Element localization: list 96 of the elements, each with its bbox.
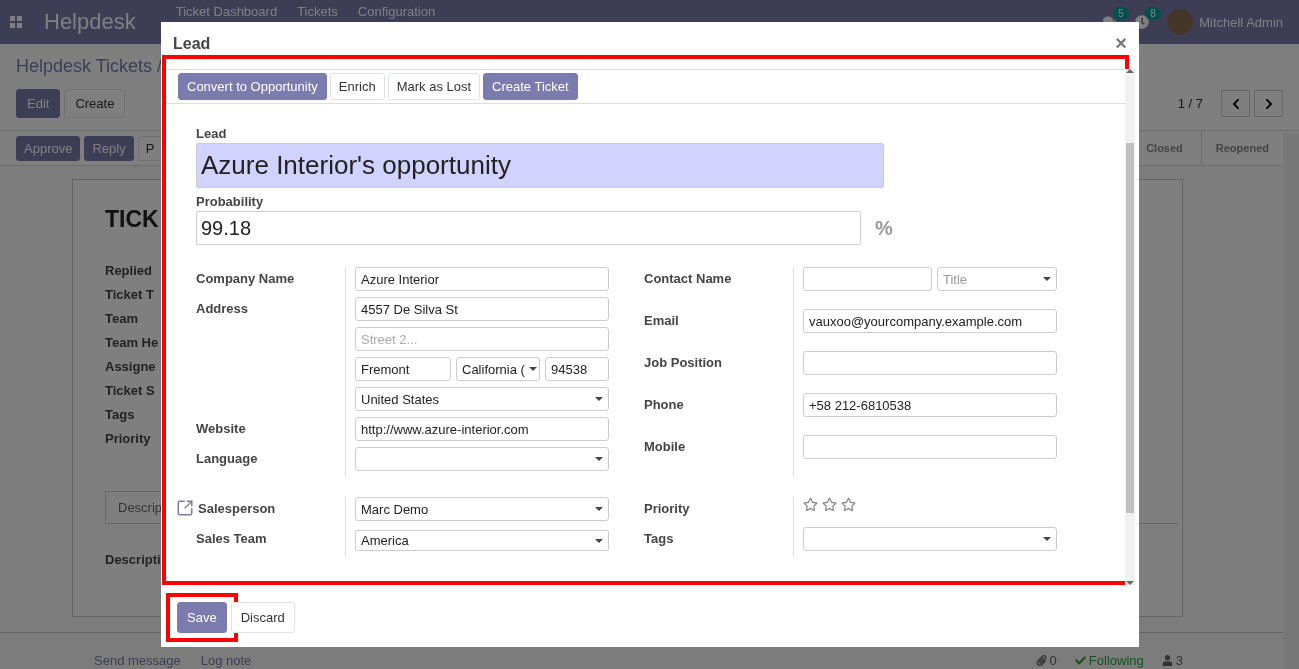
activity-count: 8 [1145, 7, 1161, 20]
field-label: Company Name [196, 270, 295, 286]
text-field[interactable]: vauxoo@yourcompany.example.com [803, 309, 1057, 333]
menu-item[interactable]: Tickets [297, 3, 338, 19]
previous-button[interactable] [1221, 90, 1250, 117]
field-label: Replied [105, 263, 152, 280]
select-value: Marc Demo [361, 501, 430, 517]
header-button[interactable]: Create Ticket [483, 73, 578, 100]
caret-icon [1043, 537, 1051, 541]
text-field[interactable]: 94538 [545, 357, 609, 381]
text-field[interactable] [803, 435, 1057, 459]
select-field[interactable] [355, 447, 609, 471]
star-icon[interactable] [841, 497, 856, 512]
caret-icon [595, 507, 603, 511]
text-field[interactable]: +58 212-6810538 [803, 393, 1057, 417]
text-field[interactable]: Fremont [355, 357, 451, 381]
status-action-button[interactable]: Reply [84, 135, 134, 161]
select-field[interactable]: America [355, 530, 609, 551]
check-icon [1074, 655, 1086, 666]
action-button[interactable]: Edit [16, 89, 61, 118]
next-button[interactable] [1254, 90, 1283, 117]
field-label: Priority [644, 500, 690, 516]
caret-icon [595, 457, 603, 461]
field-label: Lead [196, 126, 228, 141]
field-label: Team He [105, 335, 159, 352]
select-placeholder: Title [943, 271, 969, 287]
message-count: 5 [1113, 7, 1129, 20]
lead-name-field[interactable]: Azure Interior's opportunity [196, 143, 884, 188]
text-field[interactable] [803, 267, 932, 291]
select-field[interactable]: United States [355, 387, 609, 411]
field-label: Contact Name [644, 270, 732, 286]
text-field[interactable]: 4557 De Silva St [355, 297, 609, 321]
close-button[interactable]: × [1115, 33, 1127, 53]
paperclip-icon [1035, 655, 1047, 666]
menu-item[interactable]: Configuration [357, 3, 436, 19]
menu-item[interactable]: Ticket Dashboard [175, 3, 278, 19]
header-button[interactable]: Mark as Lost [387, 73, 481, 100]
user-icon [1161, 655, 1173, 666]
status-action-button[interactable]: P [137, 135, 163, 161]
field-label: Website [196, 420, 246, 436]
user-name[interactable]: Mitchell Admin [1199, 14, 1283, 30]
ticket-title: TICK [105, 206, 159, 233]
caret-icon [528, 367, 537, 371]
select-field[interactable]: California ( [456, 357, 540, 381]
app-name[interactable]: Helpdesk [44, 9, 136, 35]
star-icon[interactable] [822, 497, 837, 512]
field-label: Email [644, 312, 679, 328]
status-action-button[interactable]: Approve [16, 135, 81, 161]
field-label: Tags [644, 530, 674, 546]
log-note-link[interactable]: Log note [200, 653, 252, 668]
field-label: Ticket T [105, 287, 154, 304]
dialog-title: Lead [173, 35, 211, 53]
percent-sign: % [875, 216, 893, 240]
field-label: Descripti [105, 552, 161, 567]
field-label: Sales Team [196, 530, 267, 546]
pager-text: 1 / 7 [1177, 96, 1203, 111]
select-value: California ( [462, 361, 525, 377]
field-label: Address [196, 300, 249, 316]
apps-grid-icon[interactable] [10, 16, 22, 28]
field-label: Priority [105, 431, 151, 448]
followers-button[interactable]: 3 [1161, 653, 1183, 668]
field-label: Job Position [644, 354, 722, 370]
action-button[interactable]: Create [64, 89, 126, 118]
header-button[interactable]: Enrich [329, 73, 385, 100]
attachments-button[interactable]: 0 [1035, 653, 1057, 668]
field-label: Mobile [644, 438, 686, 454]
text-field[interactable]: http://www.azure-interior.com [355, 417, 609, 441]
field-label: Probability [196, 194, 265, 209]
scrollbar[interactable] [1125, 69, 1135, 585]
caret-icon [1043, 277, 1051, 281]
following-button[interactable]: Following [1074, 653, 1144, 668]
field-label: Tags [105, 407, 135, 424]
field-label: Team [105, 311, 138, 328]
select-field[interactable]: Title [937, 267, 1057, 291]
field-label: Phone [644, 396, 684, 412]
text-field[interactable]: Street 2... [355, 327, 609, 351]
select-value: America [361, 533, 410, 548]
field-label: Assigne [105, 359, 156, 376]
send-message-link[interactable]: Send message [94, 653, 181, 668]
field-label: Salesperson [198, 500, 276, 516]
caret-icon [595, 397, 603, 401]
select-value: United States [361, 391, 441, 407]
probability-field[interactable]: 99.18 [196, 211, 861, 245]
caret-icon [595, 538, 603, 543]
footer-button[interactable]: Save [177, 602, 227, 633]
text-field[interactable] [803, 351, 1057, 375]
field-label: Ticket S [105, 383, 155, 400]
external-link-icon[interactable] [176, 499, 194, 517]
text-field[interactable]: Azure Interior [355, 267, 609, 291]
footer-button[interactable]: Discard [230, 602, 295, 633]
scrollbar[interactable] [1283, 133, 1299, 669]
star-icon[interactable] [803, 497, 818, 512]
select-field[interactable] [803, 527, 1057, 551]
select-field[interactable]: Marc Demo [355, 497, 609, 521]
header-button[interactable]: Convert to Opportunity [178, 73, 327, 100]
field-label: Language [196, 450, 258, 466]
